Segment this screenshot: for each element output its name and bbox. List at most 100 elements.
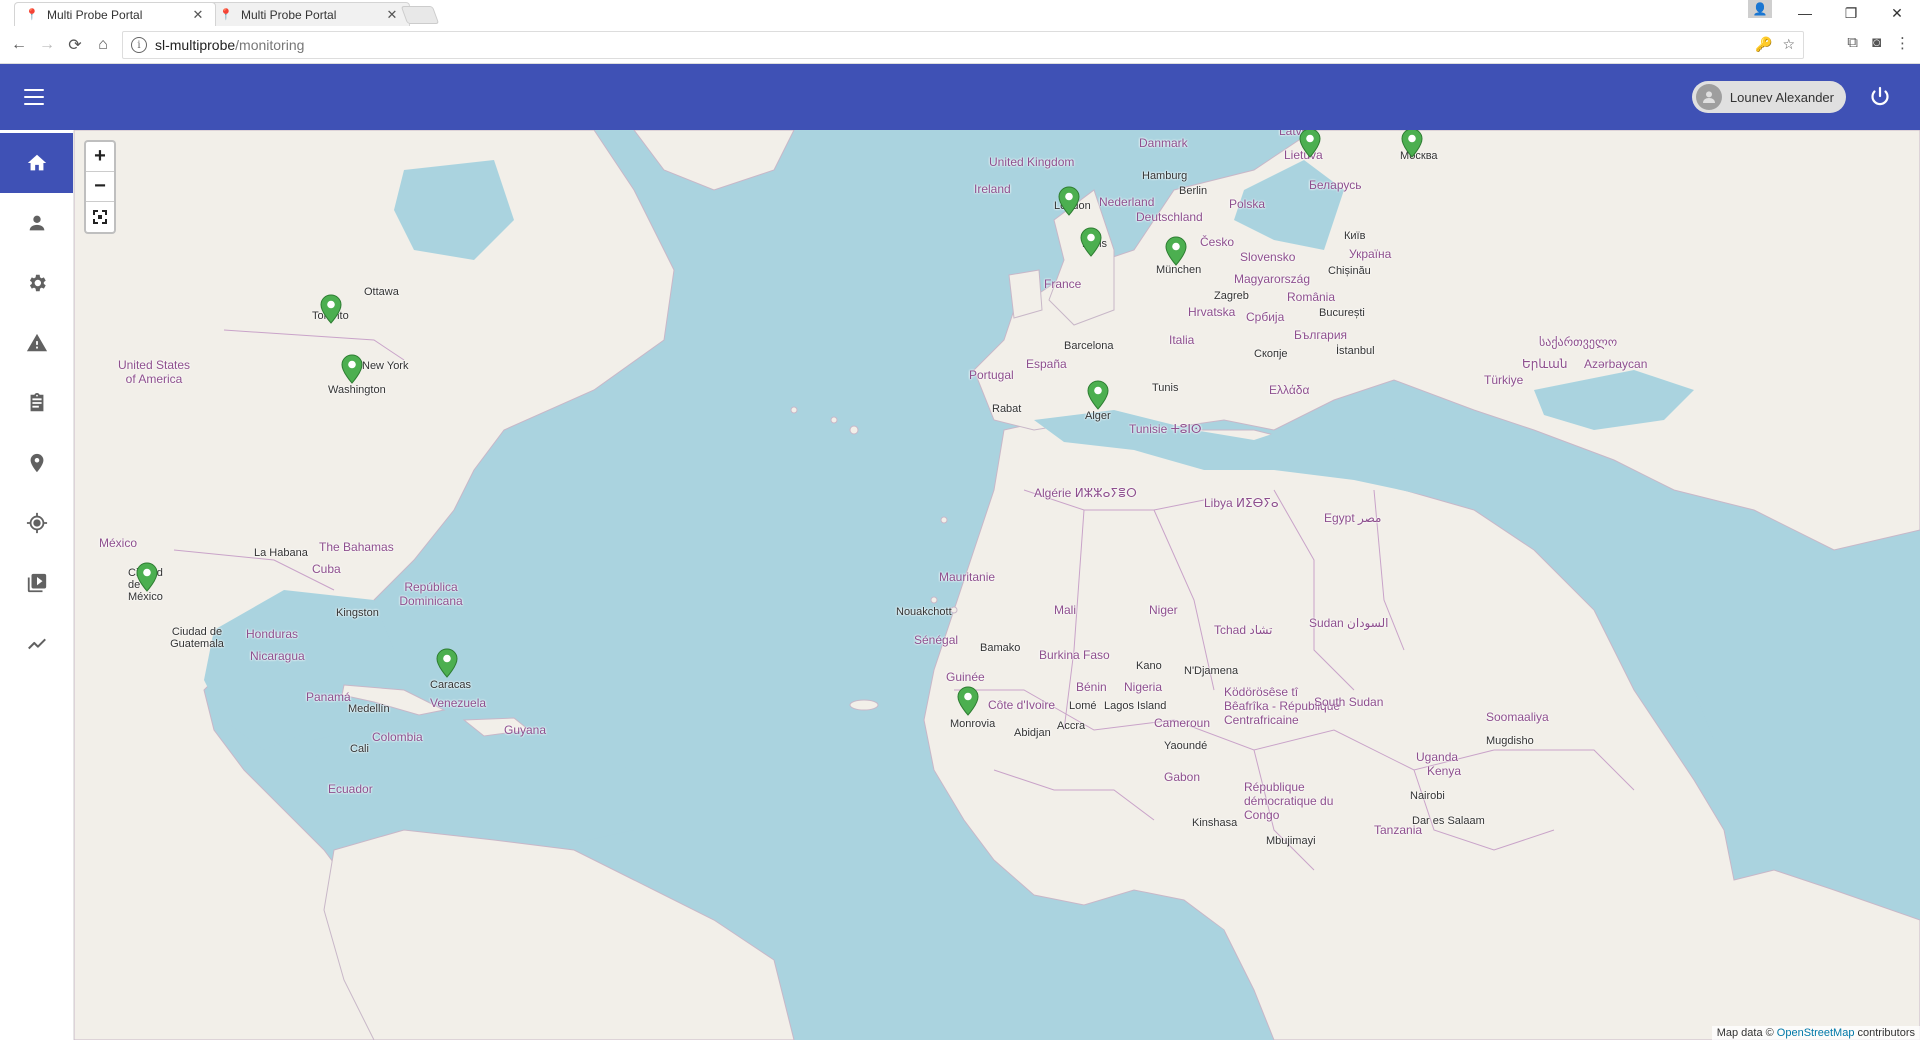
map-label: Monrovia — [950, 718, 996, 730]
map-label: Kinshasa — [1192, 817, 1238, 829]
sidebar-item-home[interactable] — [0, 133, 73, 193]
address-bar[interactable]: i sl-multiprobe/monitoring 🔑 ☆ — [122, 31, 1804, 59]
monitoring-map[interactable]: + − United Kingdom Ireland Danmark Latvi… — [74, 130, 1920, 1040]
map-label: საქართველო — [1539, 335, 1618, 349]
map-label: Cameroun — [1154, 716, 1211, 730]
map-label: Nigeria — [1124, 680, 1163, 694]
profile-icon[interactable]: 👤 — [1748, 0, 1772, 18]
map-label: Polska — [1229, 197, 1266, 211]
map-label: Berlin — [1179, 185, 1208, 197]
map-label: Србија — [1246, 310, 1285, 324]
location-pin-icon — [30, 453, 43, 473]
map-label: Zagreb — [1214, 290, 1249, 302]
browser-tab-active[interactable]: 📍 Multi Probe Portal ✕ — [14, 2, 216, 26]
probe-marker[interactable] — [1058, 186, 1080, 216]
map-label: South Sudan — [1314, 695, 1384, 709]
url-host: sl-multiprobe — [155, 37, 236, 53]
map-label: Беларусь — [1309, 178, 1362, 192]
zoom-in-button[interactable]: + — [86, 142, 114, 172]
probe-marker[interactable] — [436, 648, 458, 678]
map-label: Tunisie ⵜⵓⵏⵙ — [1129, 422, 1202, 436]
map-label: Honduras — [246, 627, 299, 641]
menu-kebab-icon[interactable]: ⋮ — [1895, 34, 1910, 52]
fit-bounds-button[interactable] — [86, 202, 114, 232]
map-label: Slovensko — [1240, 250, 1296, 264]
map-label: Barcelona — [1064, 340, 1114, 352]
power-icon[interactable] — [1866, 83, 1894, 111]
info-icon[interactable]: i — [131, 37, 147, 53]
user-name: Lounev Alexander — [1729, 89, 1834, 105]
user-chip[interactable]: Lounev Alexander — [1691, 81, 1846, 113]
zoom-out-button[interactable]: − — [86, 172, 114, 202]
browser-tab[interactable]: 📍 Multi Probe Portal ✕ — [208, 2, 410, 26]
sidebar-item-statistics[interactable] — [0, 613, 73, 673]
map-label: Caracas — [430, 679, 471, 691]
probe-marker[interactable] — [136, 562, 158, 592]
extension-icon[interactable]: ⧉ — [1847, 34, 1858, 52]
probe-marker[interactable] — [320, 294, 342, 324]
forward-icon[interactable]: → — [36, 34, 58, 56]
sidebar-item-probes[interactable] — [0, 493, 73, 553]
home-browser-icon[interactable]: ⌂ — [92, 34, 114, 56]
close-icon[interactable]: ✕ — [385, 7, 399, 23]
map-label: Kano — [1136, 660, 1162, 672]
clipboard-icon — [30, 392, 43, 412]
sidebar-item-alarms[interactable] — [0, 313, 73, 373]
back-icon[interactable]: ← — [8, 34, 30, 56]
map-label: France — [1044, 277, 1082, 291]
minimize-icon[interactable]: — — [1782, 0, 1828, 26]
map-label: N'Djamena — [1184, 665, 1239, 677]
trending-line-icon — [27, 638, 46, 650]
star-icon[interactable]: ☆ — [1782, 36, 1795, 53]
osm-link[interactable]: OpenStreetMap — [1777, 1027, 1855, 1039]
sidebar-item-reports[interactable] — [0, 373, 73, 433]
tab-favicon-icon: 📍 — [219, 9, 233, 21]
sidebar-item-users[interactable] — [0, 193, 73, 253]
map-label: United Kingdom — [989, 155, 1075, 169]
sidebar-item-settings[interactable] — [0, 253, 73, 313]
map-label: New York — [362, 360, 409, 372]
close-icon[interactable]: ✕ — [191, 7, 205, 23]
map-label: Panamá — [306, 690, 351, 704]
key-icon[interactable]: 🔑 — [1755, 36, 1772, 53]
map-label: Niger — [1149, 603, 1178, 617]
map-attribution: Map data © OpenStreetMap contributors — [1711, 1026, 1920, 1040]
map-label: Mbujimayi — [1266, 835, 1316, 847]
map-label: Libya ⵍⵉⴱⵢⴰ — [1204, 496, 1279, 510]
window-close-icon[interactable]: ✕ — [1874, 0, 1920, 26]
home-icon — [27, 154, 46, 171]
new-tab-button[interactable] — [400, 6, 440, 24]
map-label: București — [1319, 307, 1365, 319]
map-label: Hrvatska — [1188, 305, 1236, 319]
map-label: Nairobi — [1410, 790, 1445, 802]
map-label: Alger — [1085, 410, 1111, 422]
sidebar-item-locations[interactable] — [0, 433, 73, 493]
expand-icon — [93, 210, 107, 224]
gps-target-icon — [26, 512, 47, 534]
map-label: La Habana — [254, 547, 308, 559]
probe-marker[interactable] — [1080, 227, 1102, 257]
probe-marker[interactable] — [341, 354, 363, 384]
restore-icon[interactable]: ❐ — [1828, 0, 1874, 26]
probe-marker[interactable] — [1087, 380, 1109, 410]
tab-title: Multi Probe Portal — [241, 7, 337, 22]
url-path: /monitoring — [235, 37, 305, 53]
browser-toolbar: ← → ⟳ ⌂ i sl-multiprobe/monitoring 🔑 ☆ ⧉… — [0, 26, 1920, 64]
map-label: España — [1026, 357, 1067, 371]
probe-marker[interactable] — [1165, 236, 1187, 266]
map-label: Mali — [1054, 603, 1077, 617]
map-label: Algérie ⵍⵣⵣⴰⵢⴻⵔ — [1034, 486, 1137, 500]
probe-marker[interactable] — [1401, 130, 1423, 158]
tab-strip: 📍 Multi Probe Portal ✕ 📍 Multi Probe Por… — [0, 0, 1920, 26]
probe-marker[interactable] — [957, 686, 979, 716]
map-label: República Dominicana — [399, 580, 463, 608]
probe-marker[interactable] — [1299, 130, 1321, 158]
menu-icon[interactable] — [22, 86, 46, 108]
reload-icon[interactable]: ⟳ — [64, 34, 86, 56]
incognito-icon[interactable]: ◙ — [1872, 34, 1881, 52]
sidebar-item-media[interactable] — [0, 553, 73, 613]
map-basemap — [74, 130, 1920, 1040]
map-label: México — [99, 536, 138, 550]
map-label: Burkina Faso — [1039, 648, 1110, 662]
tab-title: Multi Probe Portal — [47, 7, 143, 22]
